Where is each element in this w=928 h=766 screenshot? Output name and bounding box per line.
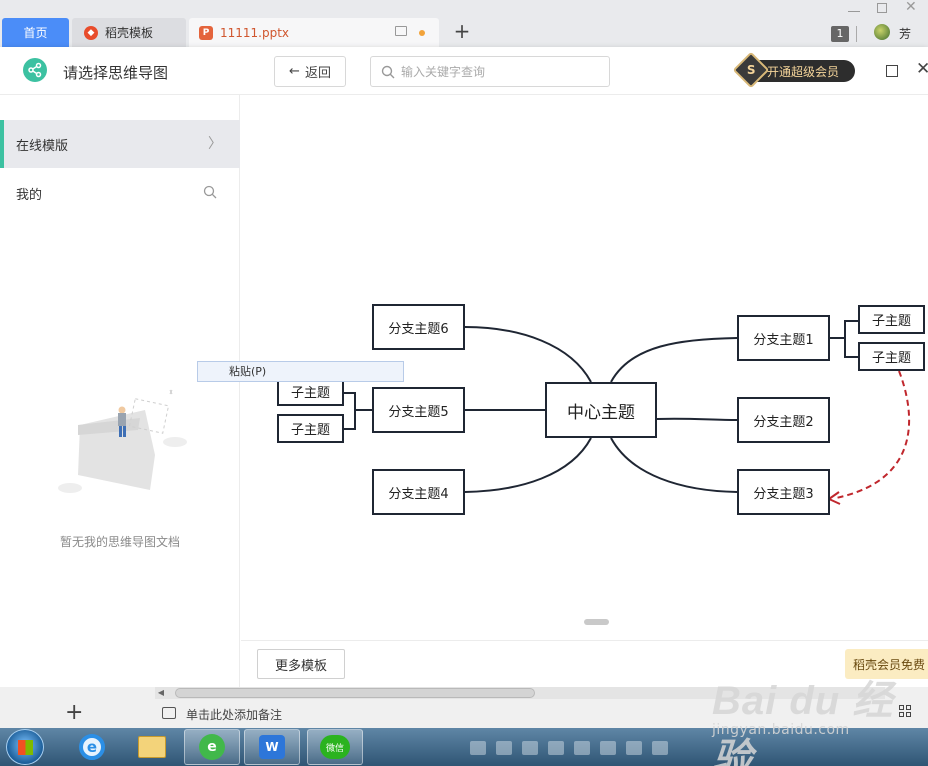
browser-icon: e xyxy=(199,734,225,760)
maximize-window-button[interactable] xyxy=(877,3,887,13)
search-box[interactable] xyxy=(370,56,610,87)
vip-label: 开通超级会员 xyxy=(767,64,840,79)
close-dialog-button[interactable]: ✕ xyxy=(916,59,928,79)
vip-badge-icon: S xyxy=(732,51,770,89)
resize-handle[interactable] xyxy=(584,619,609,625)
more-templates-button[interactable]: 更多模板 xyxy=(257,649,345,679)
tab-template-label: 稻壳模板 xyxy=(105,26,154,40)
vip-upgrade-button[interactable]: S 开通超级会员 xyxy=(732,51,855,89)
wps-icon: W xyxy=(259,735,285,759)
central-topic-node[interactable]: 中心主题 xyxy=(545,382,657,438)
wechat-icon: 微信 xyxy=(320,735,350,759)
watermark-url: jingyan.baidu.com xyxy=(712,722,850,738)
user-avatar[interactable] xyxy=(874,24,890,40)
minimize-window-button[interactable] xyxy=(848,2,860,12)
branch-topic-node[interactable]: 分支主题3 xyxy=(737,469,830,515)
mindmap-dialog: 请选择思维导图 ← 返回 S 开通超级会员 ✕ 在线模版 〉 我的 xyxy=(0,47,928,687)
folder-icon xyxy=(138,736,166,758)
tab-home[interactable]: 首页 xyxy=(2,18,69,47)
baidu-jingyan-watermark: Bai du 经验 xyxy=(712,679,894,766)
taskbar-wechat[interactable]: 微信 xyxy=(307,729,363,765)
chevron-right-icon: 〉 xyxy=(208,136,222,152)
search-icon[interactable] xyxy=(203,185,217,199)
internet-explorer-icon: e xyxy=(79,734,105,760)
taskbar-browser[interactable]: e xyxy=(184,729,240,765)
branch-topic-node[interactable]: 分支主题6 xyxy=(372,304,465,350)
branch-topic-node[interactable]: 分支主题4 xyxy=(372,469,465,515)
docer-logo-icon: ◆ xyxy=(84,25,98,40)
pptx-file-icon: P xyxy=(199,25,213,40)
taskbar-explorer[interactable] xyxy=(124,729,180,765)
notes-icon xyxy=(162,707,176,719)
monitor-icon[interactable] xyxy=(395,26,407,36)
user-name[interactable]: 芳 xyxy=(899,25,911,42)
close-window-button[interactable]: ✕ xyxy=(905,0,917,15)
tab-bar: 首页 ◆ 稻壳模板 P 11111.pptx + ✕ 1 芳 xyxy=(0,0,928,47)
sidebar-item-mine[interactable]: 我的 xyxy=(16,184,42,203)
taskbar-wps[interactable]: W xyxy=(244,729,300,765)
tab-docer-templates[interactable]: ◆ 稻壳模板 xyxy=(72,18,186,47)
window-count-badge[interactable]: 1 xyxy=(831,26,849,42)
tab-file-label: 11111.pptx xyxy=(220,25,290,40)
scrollbar-thumb[interactable] xyxy=(175,688,535,698)
dialog-title: 请选择思维导图 xyxy=(63,64,169,82)
tab-file-pptx[interactable]: P 11111.pptx xyxy=(189,18,439,47)
sidebar: 在线模版 〉 我的 暂无我的思维导图文档 xyxy=(0,95,240,687)
dialog-header: 请选择思维导图 ← 返回 S 开通超级会员 ✕ xyxy=(0,47,928,95)
taskbar-ie[interactable]: e xyxy=(64,729,120,765)
search-icon xyxy=(381,65,395,79)
search-input[interactable] xyxy=(401,58,601,85)
arrow-left-icon: ← xyxy=(289,64,300,79)
sidebar-item-online-templates[interactable]: 在线模版 〉 xyxy=(0,120,240,168)
unsaved-dot-icon xyxy=(419,30,425,36)
new-tab-button[interactable]: + xyxy=(453,21,471,42)
empty-folder-illustration xyxy=(58,389,187,493)
branch-topic-node[interactable]: 分支主题5 xyxy=(372,387,465,433)
divider xyxy=(856,26,857,42)
start-button[interactable] xyxy=(6,729,44,765)
branch-topic-node[interactable]: 分支主题2 xyxy=(737,397,830,443)
back-button[interactable]: ← 返回 xyxy=(274,56,346,87)
share-nodes-icon xyxy=(23,58,47,82)
sidebar-item-label: 在线模版 xyxy=(16,138,69,154)
windows-logo-icon xyxy=(18,740,33,755)
branch-topic-node[interactable]: 分支主题1 xyxy=(737,315,830,361)
back-label: 返回 xyxy=(304,66,331,81)
subtopic-node[interactable]: 子主题 xyxy=(858,342,925,371)
paste-menu-item[interactable]: 粘贴(P) xyxy=(197,361,404,382)
empty-state-text: 暂无我的思维导图文档 xyxy=(59,535,180,549)
add-slide-button[interactable]: + xyxy=(65,700,83,725)
subtopic-node[interactable]: 子主题 xyxy=(277,414,344,443)
scroll-left-icon[interactable]: ◀ xyxy=(155,687,167,699)
maximize-dialog-button[interactable] xyxy=(886,65,898,77)
subtopic-node[interactable]: 子主题 xyxy=(858,305,925,334)
notes-placeholder[interactable]: 单击此处添加备注 xyxy=(186,706,282,723)
